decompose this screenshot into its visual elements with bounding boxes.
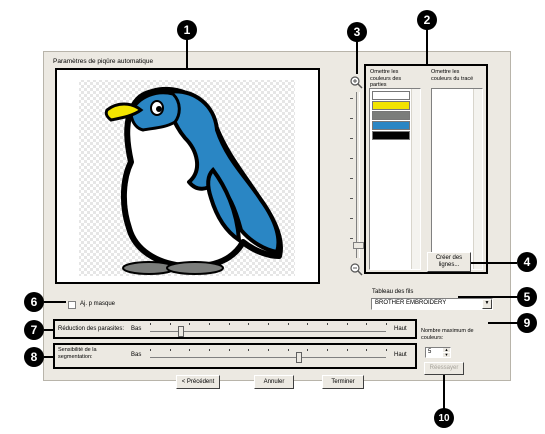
back-button[interactable]: < Précédent — [176, 375, 220, 389]
callout-1-leader — [186, 38, 188, 68]
finish-button[interactable]: Terminer — [322, 375, 364, 389]
slider-tick — [287, 349, 289, 351]
thread-chart-value: BROTHER EMBROIDERY — [375, 300, 447, 306]
callout-9: 9 — [517, 313, 537, 333]
pattern-color-swatch[interactable] — [372, 91, 410, 100]
segmentation-thumb[interactable] — [296, 352, 303, 363]
thread-chart-label: Tableau des fils — [372, 289, 414, 295]
max-colors-value: 5 — [428, 349, 432, 355]
slider-tick — [150, 323, 151, 325]
omit-outline-header: Omettre les couleurs du tracé — [431, 69, 474, 82]
zoom-out-icon[interactable] — [349, 262, 363, 276]
slider-tick — [268, 323, 269, 325]
callout-10-leader — [443, 375, 445, 409]
pattern-color-swatch[interactable] — [372, 121, 410, 130]
callout-10: 10 — [434, 408, 454, 428]
slider-tick — [169, 349, 171, 351]
outline-list-scrollbar[interactable] — [473, 89, 482, 269]
segmentation-label: Sensibilité de la segmentation: — [58, 347, 97, 360]
slider-tick — [346, 349, 348, 351]
omit-pattern-header: Omettre les couleurs des parties — [370, 69, 402, 89]
spin-down-icon[interactable]: ▼ — [443, 353, 450, 357]
callout-1: 1 — [177, 20, 197, 40]
segmentation-slider[interactable] — [150, 348, 387, 363]
callout-6: 6 — [24, 292, 44, 312]
noise-reduction-label: Réduction des parasites: — [58, 326, 125, 332]
callout-5: 5 — [517, 287, 537, 307]
callout-7-leader — [44, 329, 54, 331]
pattern-color-swatch[interactable] — [372, 101, 410, 110]
segmentation-low: Bas — [131, 352, 142, 358]
max-colors-label: Nombre maximum de couleurs: — [421, 328, 474, 341]
slider-tick — [307, 349, 309, 351]
slider-tick — [189, 323, 191, 325]
slider-tick — [150, 349, 151, 351]
callout-6-leader — [44, 301, 66, 303]
callout-9-leader — [488, 322, 518, 324]
slider-tick — [366, 349, 368, 351]
noise-reduction-low: Bas — [131, 326, 142, 332]
slider-tick — [248, 349, 250, 351]
segmentation-high: Haut — [394, 352, 407, 358]
slider-tick — [268, 349, 269, 351]
callout-2-leader — [426, 28, 428, 64]
cancel-button[interactable]: Annuler — [254, 375, 294, 389]
noise-reduction-thumb[interactable] — [177, 326, 184, 337]
penguin-foot-right — [166, 261, 224, 275]
slider-tick — [287, 323, 289, 325]
slider-tick — [366, 323, 368, 325]
penguin-image — [79, 80, 295, 276]
slider-tick — [307, 323, 309, 325]
callout-4: 4 — [517, 252, 537, 272]
noise-reduction-high: Haut — [394, 326, 407, 332]
thread-chart-select[interactable]: BROTHER EMBROIDERY ▼ — [371, 298, 493, 310]
slider-tick — [386, 349, 387, 351]
mask-checkbox-label: Aj. p masque — [80, 301, 116, 307]
zoom-in-icon[interactable] — [349, 75, 363, 89]
omit-pattern-list[interactable] — [369, 88, 421, 270]
noise-reduction-slider[interactable] — [150, 322, 387, 337]
slider-tick — [228, 323, 230, 325]
slider-tick — [327, 323, 328, 325]
dialog-title: Paramètres de piqûre automatique — [53, 58, 154, 65]
callout-3: 3 — [347, 22, 367, 42]
retry-button[interactable]: Réessayer — [424, 362, 464, 375]
slider-tick — [169, 323, 171, 325]
slider-tick — [327, 349, 328, 351]
slider-tick — [248, 323, 250, 325]
pattern-color-swatch[interactable] — [372, 111, 410, 120]
pattern-list-scrollbar[interactable] — [411, 89, 420, 269]
dropdown-arrow-icon[interactable]: ▼ — [482, 299, 492, 309]
max-colors-input[interactable]: 5 ▲ ▼ — [425, 347, 451, 358]
pattern-color-swatch[interactable] — [372, 131, 410, 140]
callout-3-leader — [356, 40, 358, 74]
omit-outline-list[interactable] — [431, 88, 483, 270]
slider-tick — [209, 349, 210, 351]
image-preview[interactable] — [55, 68, 320, 284]
create-lines-button[interactable]: Créer des lignes... — [427, 252, 471, 272]
slider-tick — [386, 323, 387, 325]
zoom-slider[interactable] — [350, 92, 364, 258]
zoom-slider-thumb[interactable] — [353, 242, 364, 249]
callout-8-leader — [44, 356, 54, 358]
callout-8: 8 — [24, 347, 44, 367]
slider-tick — [209, 323, 210, 325]
callout-7: 7 — [24, 320, 44, 340]
mask-checkbox[interactable] — [68, 301, 76, 309]
slider-tick — [346, 323, 348, 325]
callout-5-leader — [458, 296, 518, 298]
slider-tick — [228, 349, 230, 351]
callout-2: 2 — [417, 10, 437, 30]
slider-tick — [189, 349, 191, 351]
callout-4-leader — [471, 262, 517, 264]
